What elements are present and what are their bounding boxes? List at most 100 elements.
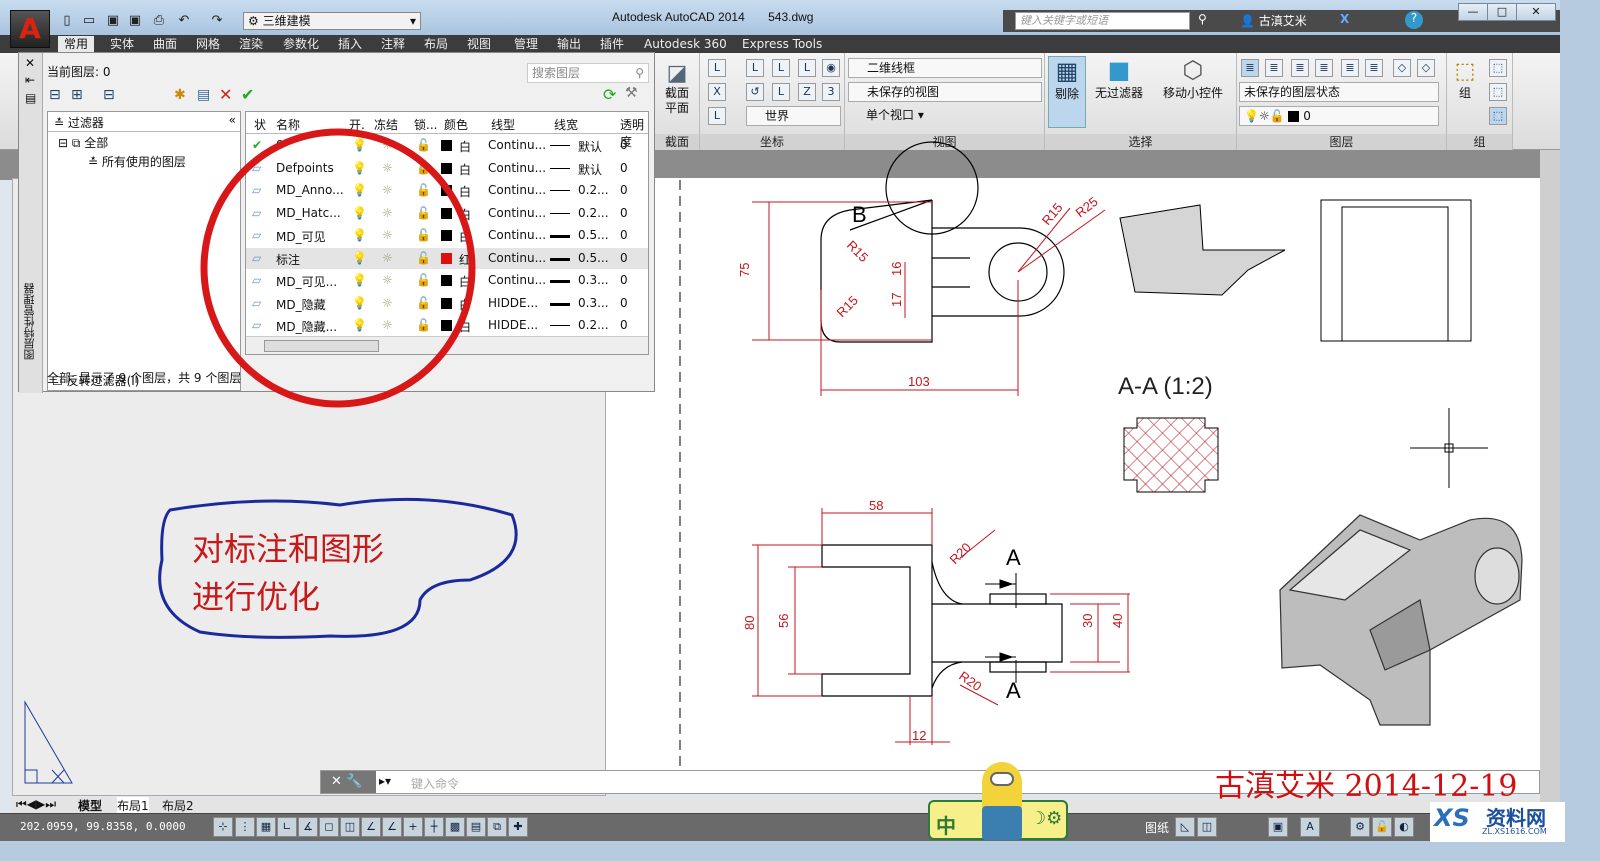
lineweight[interactable]: 0.2... [578,318,609,332]
color-swatch[interactable] [441,228,452,242]
tab-annotate[interactable]: 注释 [375,36,411,53]
exchange-icon[interactable]: X [1340,12,1349,26]
layer-row[interactable]: ▱ MD_Anno... 💡 ☼ 🔓 白 Continu... 0.2... 0 [246,180,648,201]
workspace-switch-icon[interactable]: ⚙ [1350,817,1370,837]
horizontal-scrollbar[interactable] [246,336,648,354]
lightbulb-icon[interactable]: 💡 [352,318,367,332]
ucs-face-icon[interactable]: L [708,107,726,125]
visual-style-dropdown[interactable]: 二维线框 [848,58,1042,78]
ungroup-icon[interactable]: ⬚ [1489,59,1507,77]
lineweight[interactable]: 0.3... [578,296,609,310]
lineweight[interactable]: 默认 [578,138,602,155]
ucs-origin-icon[interactable]: L [772,59,790,77]
ucs-view-icon[interactable]: L [746,59,764,77]
layer-icon[interactable]: ≣ [1365,59,1383,77]
close-icon[interactable]: ✕ [25,56,35,70]
ucs-named-icon[interactable]: L [798,59,816,77]
sun-icon[interactable]: ☼ [382,206,393,220]
tab-mesh[interactable]: 网格 [190,36,226,53]
command-line[interactable]: ✕ 🔧 ▸▾ 键入命令 [320,770,1540,794]
print-icon[interactable]: ⎙ [150,13,168,29]
linetype[interactable]: Continu... [488,273,546,287]
ime-toolbar[interactable]: 中 ☽⚙ [928,762,1068,840]
color-swatch[interactable] [441,251,452,265]
new-property-filter-icon[interactable]: ⊟ [49,87,61,103]
color-swatch[interactable] [441,273,452,287]
annotation-scale-icon[interactable]: A [1300,817,1320,837]
col-name[interactable]: 名称 [276,116,300,133]
lineweight-icon[interactable]: ┼ [424,817,444,837]
lightbulb-icon[interactable]: 💡 [352,228,367,242]
tab-layout[interactable]: 布局 [418,36,454,53]
color-swatch[interactable] [441,161,452,175]
save-icon[interactable]: ▣ [104,13,122,29]
lineweight[interactable]: 0.2... [578,206,609,220]
unlock-icon[interactable]: 🔓 [416,251,431,265]
annotation-monitor-icon[interactable]: ✚ [508,817,528,837]
layer-name[interactable]: MD_隐藏 [276,296,326,313]
lineweight[interactable]: 默认 [578,161,602,178]
lightbulb-icon[interactable]: 💡 [352,296,367,310]
user-account[interactable]: 👤 古滇艾米 [1240,12,1307,29]
section-plane-button[interactable]: ◪ 截面 平面 [659,61,695,116]
autohide-icon[interactable]: ⇤ [25,73,35,87]
sun-icon[interactable]: ☼ [382,228,393,242]
save-as-icon[interactable]: ▣ [126,13,144,29]
tab-solid[interactable]: 实体 [104,36,140,53]
col-on[interactable]: 开. [349,116,365,133]
paper-sheet[interactable] [606,178,1540,770]
sun-icon[interactable]: ☼ [382,183,393,197]
lock-ui-icon[interactable]: 🔓 [1372,817,1392,837]
tab-model[interactable]: 模型 [78,797,102,814]
ucs-x-icon[interactable]: X [708,83,726,101]
layer-icon[interactable]: ≣ [1315,59,1333,77]
layer-icon[interactable]: ◇ [1417,59,1435,77]
sun-icon[interactable]: ☼ [382,318,393,332]
tab-render[interactable]: 渲染 [233,36,269,53]
color-swatch[interactable] [441,296,452,310]
close-button[interactable]: ✕ [1516,3,1556,21]
open-icon[interactable]: ▭ [80,13,98,29]
layer-row[interactable]: ✔ 0 💡 ☼ 🔓 白 Continu... 默认 0 [246,135,648,156]
linetype[interactable]: Continu... [488,138,546,152]
move-gizmo-button[interactable]: ⬡ 移动小控件 [1157,56,1229,101]
selection-cycling-icon[interactable]: ⧉ [487,817,507,837]
group-button[interactable]: ⬚ 组 [1451,59,1479,101]
layer-name[interactable]: MD_Hatc... [276,206,341,220]
osnap-icon[interactable]: ◻ [319,817,339,837]
collapse-icon[interactable]: « [229,113,236,127]
transparency[interactable]: 0 [620,273,628,287]
layer-row[interactable]: ▱ MD_Hatc... 💡 ☼ 🔓 白 Continu... 0.2... 0 [246,203,648,224]
set-current-icon[interactable]: ✔ [241,85,254,104]
layer-icon[interactable]: ◇ [1393,59,1411,77]
command-prompt-icon[interactable]: ▸▾ [379,774,391,788]
layer-row[interactable]: ▱ MD_可见 💡 ☼ 🔓 白 Continu... 0.5... 0 [246,225,648,246]
lineweight[interactable]: 0.5... [578,228,609,242]
transparency[interactable]: 0 [620,161,628,175]
hardware-accel-icon[interactable]: ◐ [1394,817,1414,837]
linetype[interactable]: Continu... [488,161,546,175]
tab-insert[interactable]: 插入 [332,36,368,53]
new-layer-icon[interactable]: ✱ [174,87,186,103]
layer-states-icon[interactable]: ⊟ [103,87,115,103]
ucs-z-icon[interactable]: Z [798,83,816,101]
layer-row[interactable]: ▱ MD_隐藏 💡 ☼ 🔓 白 HIDDE... 0.3... 0 [246,293,648,314]
sun-icon[interactable]: ☼ [382,251,393,265]
new-layer-frozen-icon[interactable]: ▤ [197,87,210,103]
unlock-icon[interactable]: 🔓 [416,161,431,175]
lightbulb-icon[interactable]: 💡 [352,183,367,197]
layer-row[interactable]: ▱ Defpoints 💡 ☼ 🔓 白 Continu... 默认 0 [246,158,648,179]
tab-home[interactable]: 常用 [58,36,95,53]
unlock-icon[interactable]: 🔓 [416,228,431,242]
culling-button[interactable]: ▦ 剔除 [1048,56,1086,128]
layer-name[interactable]: MD_可见 [276,228,326,245]
quick-properties-icon[interactable]: ▤ [466,817,486,837]
lightbulb-icon[interactable]: 💡 [352,251,367,265]
maximize-viewport-icon[interactable]: ▣ [1268,817,1288,837]
ucs-world-dropdown[interactable]: 世界 [746,106,841,126]
snap-icon[interactable]: ⋮ [235,817,255,837]
lineweight[interactable]: 0.3... [578,273,609,287]
tab-autodesk-360[interactable]: Autodesk 360 [638,36,733,53]
viewport-dropdown[interactable]: 单个视口 ▾ [848,106,958,126]
palette-titlebar[interactable]: ✕ ⇤ ▤ 图层特性管理器 [19,53,43,393]
